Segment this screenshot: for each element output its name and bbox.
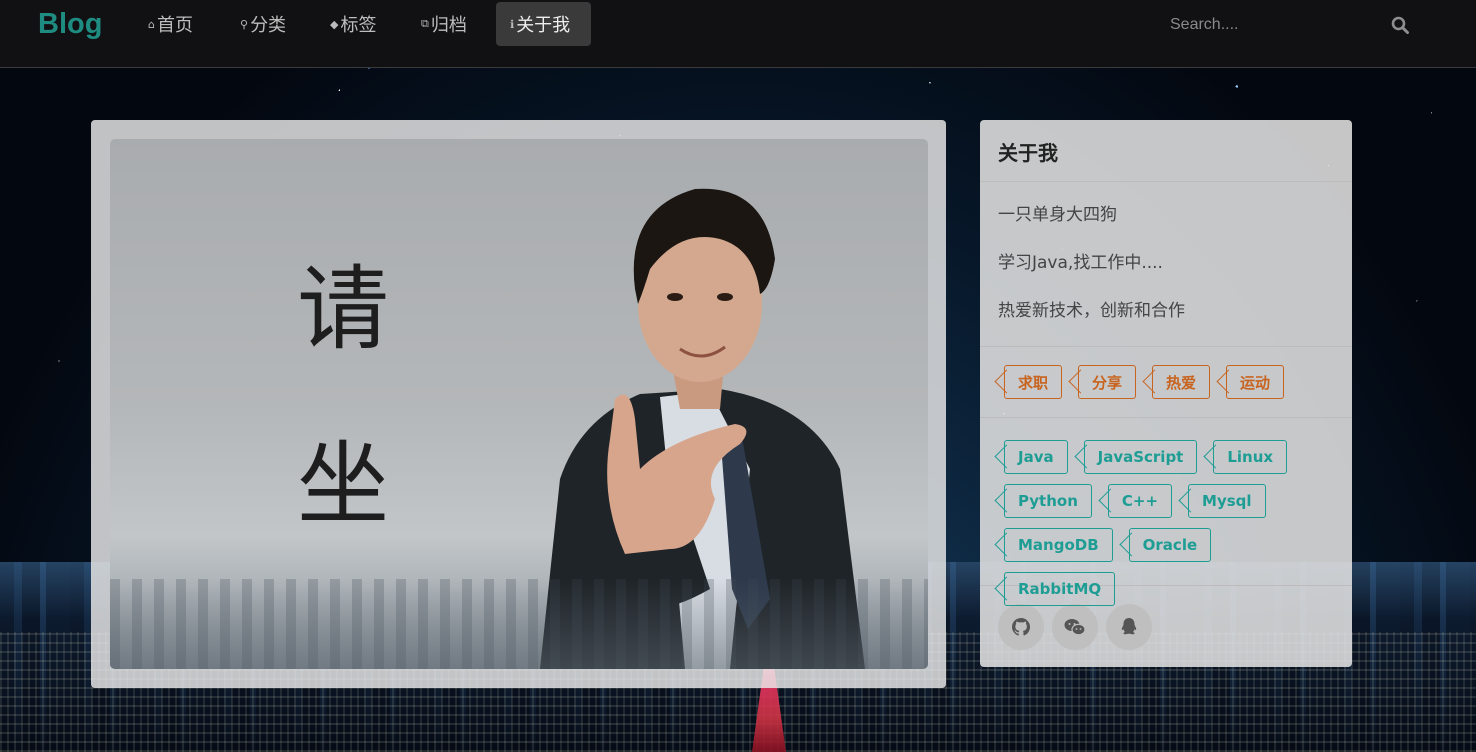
tag-skill-4[interactable]: C++ — [1107, 484, 1173, 518]
about-photo: 请 坐 — [110, 139, 928, 669]
about-card: 关于我 一只单身大四狗 学习Java,找工作中.... 热爱新技术，创新和合作 … — [980, 120, 1352, 667]
qq-icon — [1121, 618, 1137, 635]
tag-skill-2[interactable]: Linux — [1213, 440, 1288, 474]
map-marker-icon: ⚲ — [240, 17, 249, 31]
bio-line-1: 一只单身大四狗 — [998, 205, 1117, 225]
nav-home-label: 首页 — [156, 15, 193, 36]
photo-caption-line-1: 请 — [296, 256, 389, 363]
nav-categories[interactable]: ⚲ 分类 — [226, 2, 300, 46]
nav-tags[interactable]: ◆ 标签 — [316, 2, 390, 46]
tag-interest-2[interactable]: 热爱 — [1152, 365, 1211, 399]
tag-interest-3[interactable]: 运动 — [1226, 365, 1285, 399]
search-input[interactable] — [1170, 12, 1370, 38]
tag-skill-5[interactable]: Mysql — [1188, 484, 1266, 518]
nav-home[interactable]: ⌂ 首页 — [134, 2, 207, 46]
tag-skill-6[interactable]: MangoDB — [1004, 528, 1113, 562]
tag-icon: ◆ — [330, 17, 339, 31]
brand-logo[interactable]: Blog — [38, 8, 102, 41]
tag-skill-3[interactable]: Python — [1004, 484, 1092, 518]
nav-categories-label: 分类 — [250, 15, 287, 36]
interest-tags-section: 求职 分享 热爱 运动 — [980, 347, 1352, 418]
search-icon[interactable] — [1391, 16, 1409, 34]
nav-archive[interactable]: ⧉ 归档 — [407, 2, 481, 46]
wechat-button[interactable] — [1052, 604, 1098, 650]
clone-icon: ⧉ — [421, 17, 429, 30]
tag-skill-7[interactable]: Oracle — [1128, 528, 1212, 562]
github-button[interactable] — [998, 604, 1044, 650]
github-icon — [1012, 618, 1030, 636]
info-icon: ℹ — [510, 17, 515, 31]
tag-skill-0[interactable]: Java — [1004, 440, 1068, 474]
qq-button[interactable] — [1106, 604, 1152, 650]
nav-about[interactable]: ℹ 关于我 — [496, 2, 591, 46]
tag-interest-1[interactable]: 分享 — [1078, 365, 1137, 399]
photo-city-overlay — [110, 579, 928, 669]
tag-interest-0[interactable]: 求职 — [1004, 365, 1063, 399]
home-icon: ⌂ — [148, 17, 155, 31]
tag-skill-8[interactable]: RabbitMQ — [1004, 572, 1116, 606]
photo-caption-line-2: 坐 — [296, 431, 389, 538]
top-navbar: Blog ⌂ 首页 ⚲ 分类 ◆ 标签 ⧉ 归档 ℹ 关于我 — [0, 0, 1476, 68]
about-title: 关于我 — [980, 120, 1352, 182]
bio-line-2: 学习Java,找工作中.... — [998, 253, 1163, 273]
bio-line-3: 热爱新技术，创新和合作 — [998, 301, 1185, 321]
wechat-icon — [1064, 619, 1086, 636]
photo-card: 请 坐 — [91, 120, 946, 688]
nav-tags-label: 标签 — [340, 15, 377, 36]
skill-tags-section: Java JavaScript Linux Python C++ Mysql M… — [980, 418, 1352, 606]
nav-archive-label: 归档 — [430, 15, 467, 36]
tag-skill-1[interactable]: JavaScript — [1083, 440, 1198, 474]
about-bio: 一只单身大四狗 学习Java,找工作中.... 热爱新技术，创新和合作 — [980, 182, 1352, 347]
nav-about-label: 关于我 — [516, 15, 571, 36]
